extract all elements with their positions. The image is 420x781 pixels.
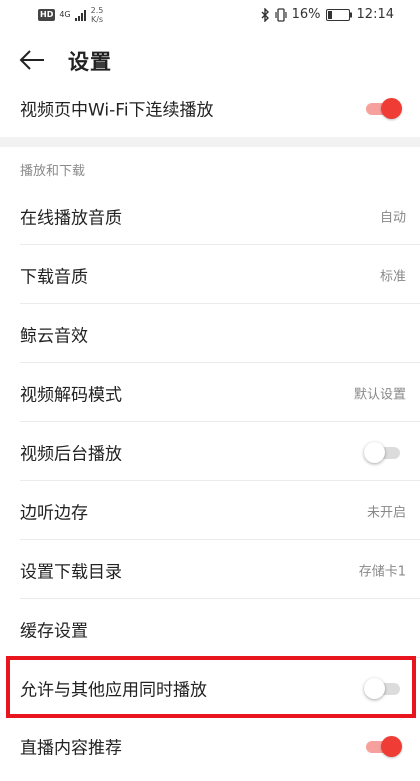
highlight-box <box>6 656 416 718</box>
row-label: 边听边存 <box>20 503 88 523</box>
row-cache-while-listening[interactable]: 边听边存 未开启 <box>0 481 420 540</box>
wifi-continuous-play-toggle[interactable] <box>364 97 402 119</box>
row-label: 视频后台播放 <box>20 444 122 464</box>
hd-badge: HD <box>38 9 56 21</box>
status-left: HD 4G 2.5 K/s <box>38 6 103 24</box>
battery-icon <box>325 8 352 21</box>
row-label: 直播内容推荐 <box>20 738 122 759</box>
row-cache-settings[interactable]: 缓存设置 <box>0 599 420 658</box>
signal-icon <box>74 9 86 21</box>
page-title: 设置 <box>68 50 112 74</box>
row-label: 下载音质 <box>20 267 88 287</box>
bluetooth-icon <box>261 7 269 22</box>
section-title: 播放和下载 <box>20 164 86 179</box>
row-live-recommendation[interactable]: 直播内容推荐 <box>0 717 420 775</box>
row-label: 设置下载目录 <box>20 562 122 582</box>
row-label: 视频解码模式 <box>20 385 122 405</box>
row-label: 鲸云音效 <box>20 326 88 346</box>
row-label: 视频页中Wi-Fi下连续播放 <box>20 100 214 121</box>
toggle-knob <box>381 736 402 757</box>
speed-value: 2.5 <box>90 6 104 15</box>
video-background-play-toggle[interactable] <box>364 441 400 463</box>
status-bar: HD 4G 2.5 K/s 16% 12:14 <box>0 0 420 30</box>
row-label: 在线播放音质 <box>20 208 122 228</box>
network-type: 4G <box>59 10 71 19</box>
toggle-knob <box>381 98 402 119</box>
speed-unit: K/s <box>90 15 104 24</box>
clock-time: 12:14 <box>356 7 394 22</box>
row-value: 未开启 <box>366 505 406 520</box>
row-value: 存储卡1 <box>358 564 406 579</box>
row-video-decode-mode[interactable]: 视频解码模式 默认设置 <box>0 363 420 422</box>
row-value: 默认设置 <box>353 387 406 402</box>
section-divider <box>0 137 420 147</box>
row-download-directory[interactable]: 设置下载目录 存储卡1 <box>0 540 420 599</box>
network-speed: 2.5 K/s <box>91 6 104 24</box>
row-video-background-play[interactable]: 视频后台播放 <box>0 422 420 481</box>
row-wifi-continuous-play[interactable]: 视频页中Wi-Fi下连续播放 <box>0 79 420 137</box>
row-online-audio-quality[interactable]: 在线播放音质 自动 <box>0 186 420 245</box>
row-download-audio-quality[interactable]: 下载音质 标准 <box>0 245 420 304</box>
live-recommendation-toggle[interactable] <box>364 735 402 757</box>
status-right: 16% 12:14 <box>260 7 394 22</box>
row-label: 缓存设置 <box>20 621 88 641</box>
toggle-knob <box>364 441 385 463</box>
row-sound-effects[interactable]: 鲸云音效 <box>0 304 420 363</box>
battery-percent: 16% <box>291 7 321 22</box>
row-value: 标准 <box>379 269 406 284</box>
page-header: 设置 <box>0 38 420 82</box>
row-value: 自动 <box>379 210 406 225</box>
vibrate-icon <box>275 7 287 22</box>
back-arrow-icon[interactable] <box>18 48 46 72</box>
